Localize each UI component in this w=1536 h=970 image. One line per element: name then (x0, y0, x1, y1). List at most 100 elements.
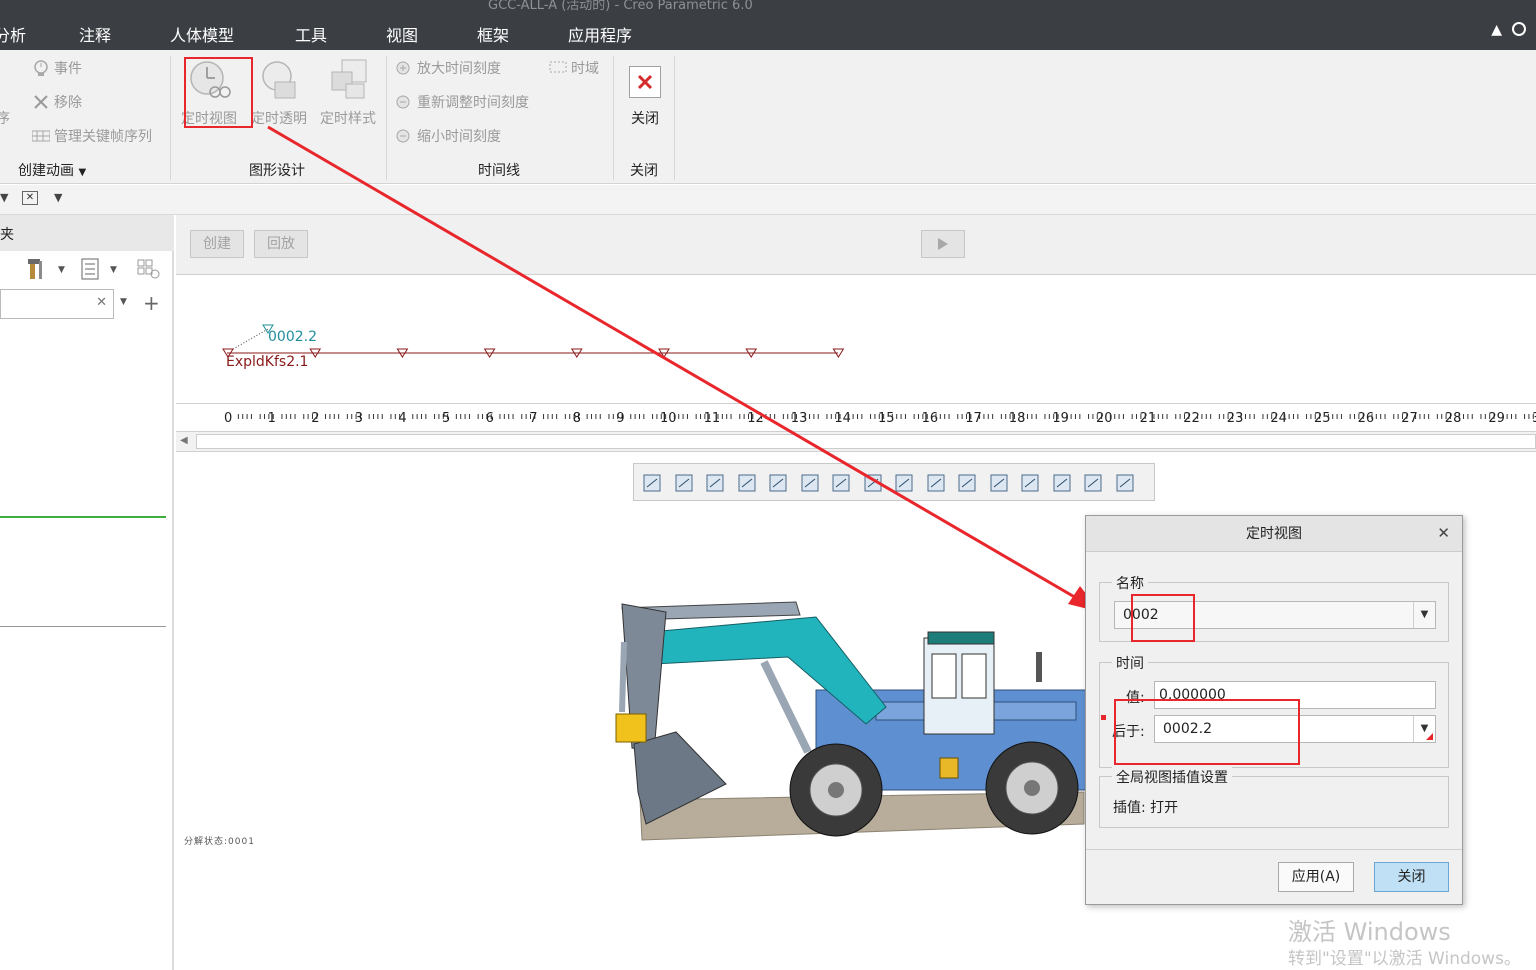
menu-tab-frame[interactable]: 框架 (477, 22, 509, 46)
datum-display-icon[interactable] (926, 473, 946, 493)
create-animation-group-label[interactable]: 创建动画 ▼ (18, 160, 86, 180)
overflow-arrow-icon[interactable]: ▼ (54, 191, 62, 204)
csys-display-icon[interactable] (1052, 473, 1072, 493)
ruler-tick-label: 8 (573, 411, 581, 426)
dialog-close-button[interactable]: 关闭 (1374, 862, 1449, 892)
view-orient-icon[interactable] (800, 473, 820, 493)
group-divider (674, 56, 675, 180)
display-style-icon[interactable] (768, 473, 788, 493)
chevron-down-icon[interactable]: ▼ (120, 297, 127, 307)
close-animation-button[interactable]: 关闭 (624, 66, 666, 128)
timed-view-dialog: 定时视图 ✕ 名称 0002 ▼ 时间 值: 0.000000 后于: 0002… (1085, 515, 1463, 905)
manage-keyframe-seq-cmd[interactable]: 管理关键帧序列 (31, 126, 152, 146)
rescale-time-cmd[interactable]: 重新调整时间刻度 (395, 92, 529, 112)
dialog-divider (1086, 849, 1462, 850)
perspective-icon[interactable] (894, 473, 914, 493)
timed-transparency-button[interactable]: 定时透明 (248, 58, 310, 128)
repaint-icon[interactable] (737, 473, 757, 493)
secondary-toolbar: ▼ ✕ ▼ (0, 185, 1536, 215)
search-input[interactable]: ✕ (0, 289, 114, 319)
zoom-out-time-scale-cmd[interactable]: 缩小时间刻度 (395, 126, 501, 146)
menu-tab-manikin[interactable]: 人体模型 (170, 22, 234, 46)
playback-button[interactable]: 回放 (254, 230, 308, 258)
close-animation-label: 关闭 (631, 111, 659, 127)
create-button[interactable]: 创建 (190, 230, 244, 258)
rescale-time-label: 重新调整时间刻度 (417, 95, 529, 111)
time-domain-cmd[interactable]: 时域 (549, 58, 599, 78)
create-animation-group-text: 创建动画 (18, 163, 74, 179)
name-legend: 名称 (1112, 573, 1148, 593)
ruler-tick-label: 1 (268, 411, 276, 426)
view-toolbar (633, 463, 1155, 501)
dialog-title-bar: 定时视图 ✕ (1086, 516, 1462, 552)
menu-tab-analysis[interactable]: 分析 (0, 22, 26, 46)
ruler-tick-label: 6 (486, 411, 494, 426)
filter-icon[interactable] (137, 258, 161, 280)
timed-style-button[interactable]: 定时样式 (316, 58, 380, 128)
manage-keyframe-seq-label: 管理关键帧序列 (54, 129, 152, 145)
group-divider (613, 56, 614, 180)
activation-watermark-subtitle: 转到"设置"以激活 Windows。 (1288, 949, 1521, 969)
tools-icon[interactable] (26, 257, 48, 281)
activation-watermark-title: 激活 Windows (1288, 918, 1451, 946)
close-icon[interactable]: ✕ (1437, 525, 1450, 541)
saved-views-icon[interactable] (831, 473, 851, 493)
zoom-in-time-scale-cmd[interactable]: 放大时间刻度 (395, 58, 501, 78)
horizontal-scrollbar[interactable]: ◀ (176, 432, 1536, 452)
ruler-tick-label: 5 (442, 411, 450, 426)
zoom-in-time-label: 放大时间刻度 (417, 61, 501, 77)
ruler-tick-label: 4 (398, 411, 406, 426)
time-ruler: 0 1 2 3 4 5 6 7 8 9 10 11 12 13 14 15 16 17 18 19 20 21 22 23 24… (176, 404, 1536, 432)
title-bar: GCC-ALL-A (活动的) - Creo Parametric 6.0 (0, 0, 1536, 14)
spin-center-icon[interactable] (1115, 473, 1135, 493)
sequence-cmd-partial[interactable]: 序 (0, 108, 10, 128)
zoom-out-time-label: 缩小时间刻度 (417, 129, 501, 145)
annotation-display-icon[interactable] (1083, 473, 1103, 493)
scrollbar-track[interactable] (196, 434, 1536, 449)
dialog-title: 定时视图 (1246, 526, 1302, 542)
left-panel: 夹 ▼ ▼ ✕ ▼ + (0, 215, 174, 970)
window-title: GCC-ALL-A (活动的) - Creo Parametric 6.0 (488, 0, 753, 13)
timeline-area: 0002.2 ExpldKfs2.1 (176, 276, 1536, 404)
view-marker-label[interactable]: 0002.2 (268, 329, 317, 345)
zoom-in-icon[interactable] (674, 473, 694, 493)
menu-tab-tools[interactable]: 工具 (295, 22, 327, 46)
timed-transparency-icon (257, 58, 301, 102)
track-label[interactable]: ExpldKfs2.1 (226, 354, 308, 370)
menu-tab-view[interactable]: 视图 (386, 22, 418, 46)
left-panel-title: 夹 (0, 227, 14, 243)
menu-tab-annotate[interactable]: 注释 (79, 22, 111, 46)
scroll-left-icon[interactable]: ◀ (180, 435, 188, 446)
apply-button[interactable]: 应用(A) (1278, 862, 1354, 892)
chevron-down-icon[interactable]: ▼ (1413, 602, 1435, 628)
refit-icon[interactable] (642, 473, 662, 493)
group-divider (170, 56, 171, 180)
clear-icon[interactable]: ✕ (96, 295, 107, 310)
add-icon[interactable]: + (143, 291, 160, 315)
collapse-ribbon-icon[interactable]: ▲ (1491, 22, 1502, 38)
annotation-highlight-box (1114, 699, 1300, 765)
remove-cmd[interactable]: 移除 (32, 92, 82, 112)
keyframe-seq-icon (31, 128, 51, 144)
plane-display-icon[interactable] (957, 473, 977, 493)
interpolation-group: 全局视图插值设置 插值: 打开 (1099, 767, 1449, 828)
close-icon (629, 66, 661, 98)
chevron-down-icon[interactable]: ▼ (58, 265, 65, 275)
event-cmd[interactable]: 事件 (32, 58, 82, 78)
zoom-out-icon[interactable] (705, 473, 725, 493)
section-icon[interactable] (863, 473, 883, 493)
axis-display-icon[interactable] (989, 473, 1009, 493)
dropdown-arrow-icon[interactable]: ▼ (0, 191, 8, 204)
chevron-down-icon[interactable]: ▼ (110, 265, 117, 275)
close-pane-icon[interactable]: ✕ (22, 191, 38, 205)
menu-bar: 分析 注释 人体模型 工具 视图 框架 应用程序 ▲ (0, 14, 1536, 50)
help-icon[interactable] (1512, 22, 1526, 36)
ribbon: 序 事件 移除 管理关键帧序列 创建动画 ▼ 定时视图 定时透明 定时样式 图形… (0, 50, 1536, 184)
timeline-track[interactable] (176, 276, 1536, 404)
play-button[interactable] (921, 230, 965, 258)
close-group-label: 关闭 (630, 163, 658, 179)
list-settings-icon[interactable] (80, 258, 100, 280)
ruler-tick-label: 7 (529, 411, 537, 426)
menu-tab-applications[interactable]: 应用程序 (568, 22, 632, 46)
point-display-icon[interactable] (1020, 473, 1040, 493)
